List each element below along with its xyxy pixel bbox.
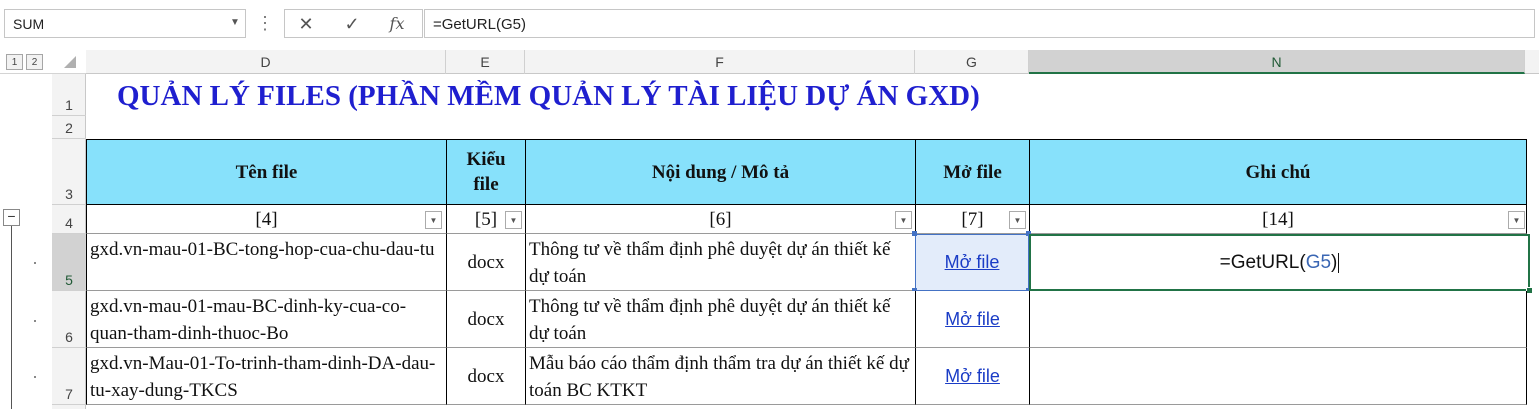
cell-file-name[interactable]: gxd.vn-Mau-01-To-trinh-tham-dinh-DA-dau-… [86,348,446,405]
filter-dropdown-icon[interactable]: ▼ [1009,211,1026,229]
formula-bar: SUM ▼ ⋮ ✕ ✓ fx =GetURL(G5) [0,0,1539,46]
outline-bracket [11,226,12,409]
cell-description[interactable]: Mẫu báo cáo thẩm định thẩm tra dự án thi… [525,348,915,405]
enter-icon[interactable]: ✓ [337,13,367,35]
cell-file-type[interactable]: docx [446,348,525,405]
column-header-f[interactable]: F [525,50,915,74]
open-file-link[interactable]: Mở file [945,252,1000,272]
edit-formula-suffix: ) [1331,252,1338,273]
header-noi-dung: Nội dung / Mô tả [525,139,915,205]
name-box[interactable]: SUM [4,9,246,38]
row-header-7[interactable]: 7 [52,348,86,405]
outline-dot [34,320,36,322]
filter-dropdown-icon[interactable]: ▼ [425,211,442,229]
formula-buttons: ✕ ✓ fx [284,9,423,38]
cell-note[interactable] [1029,348,1527,405]
cell-open-file: Mở file [915,348,1029,405]
fill-handle[interactable] [1526,287,1533,294]
more-options-icon[interactable]: ⋮ [255,12,275,36]
filter-dropdown-icon[interactable]: ▼ [505,211,522,229]
cell-file-name[interactable]: gxd.vn-mau-01-BC-tong-hop-cua-chu-dau-tu [86,234,446,291]
cell-file-type[interactable]: docx [446,291,525,348]
outline-dot [34,262,36,264]
code-cell-n: [14] [1029,205,1527,234]
edit-formula-prefix: =GetURL( [1219,252,1306,273]
outline-dot [34,376,36,378]
filter-dropdown-icon[interactable]: ▼ [895,211,912,229]
row-header-4[interactable]: 4 [52,205,86,234]
cell-open-file: Mở file [915,291,1029,348]
cell-file-name[interactable]: gxd.vn-mau-01-mau-BC-dinh-ky-cua-co-quan… [86,291,446,348]
column-header-g[interactable]: G [915,50,1029,74]
filter-dropdown-icon[interactable]: ▼ [1508,211,1525,229]
header-kieu-file: Kiểu file [446,139,525,205]
code-cell-d: [4] [86,205,446,234]
outline-level-1-button[interactable]: 1 [6,54,23,70]
row-header-3[interactable]: 3 [52,139,86,205]
insert-function-button[interactable]: fx [382,13,412,35]
row-header-1[interactable]: 1 [52,74,86,116]
outline-level-2-button[interactable]: 2 [26,54,43,70]
open-file-link[interactable]: Mở file [945,309,1000,329]
name-box-dropdown-icon[interactable]: ▼ [226,11,244,35]
cell-note[interactable] [1029,291,1527,348]
outline-gutter [0,74,52,409]
header-ghi-chu: Ghi chú [1029,139,1527,205]
column-header-e[interactable]: E [446,50,525,74]
sheet-title: QUẢN LÝ FILES (PHẦN MỀM QUẢN LÝ TÀI LIỆU… [117,80,980,112]
column-headers: D E F G N [86,50,1539,74]
row-header-6[interactable]: 6 [52,291,86,348]
row-header-5[interactable]: 5 [52,234,86,291]
select-all-button[interactable] [64,56,76,68]
cell-open-file: Mở file [915,234,1029,291]
cell-file-type[interactable]: docx [446,234,525,291]
code-cell-f: [6] [525,205,915,234]
collapse-group-button[interactable]: − [3,209,20,226]
cell-description[interactable]: Thông tư về thẩm định phê duyệt dự án th… [525,291,915,348]
cancel-icon[interactable]: ✕ [291,13,321,35]
header-mo-file: Mở file [915,139,1029,205]
row-headers: 1 2 3 4 5 6 7 [52,74,86,409]
column-header-n[interactable]: N [1029,50,1525,74]
open-file-link[interactable]: Mở file [945,366,1000,386]
edit-formula-reference: G5 [1305,252,1332,273]
cell-description[interactable]: Thông tư về thẩm định phê duyệt dự án th… [525,234,915,291]
header-ten-file: Tên file [86,139,446,205]
column-header-d[interactable]: D [86,50,446,74]
row-header-2[interactable]: 2 [52,116,86,139]
cell-edit-formula[interactable]: =GetURL(G5) [1029,234,1530,291]
text-caret [1338,252,1340,273]
formula-input[interactable]: =GetURL(G5) [424,9,1535,38]
